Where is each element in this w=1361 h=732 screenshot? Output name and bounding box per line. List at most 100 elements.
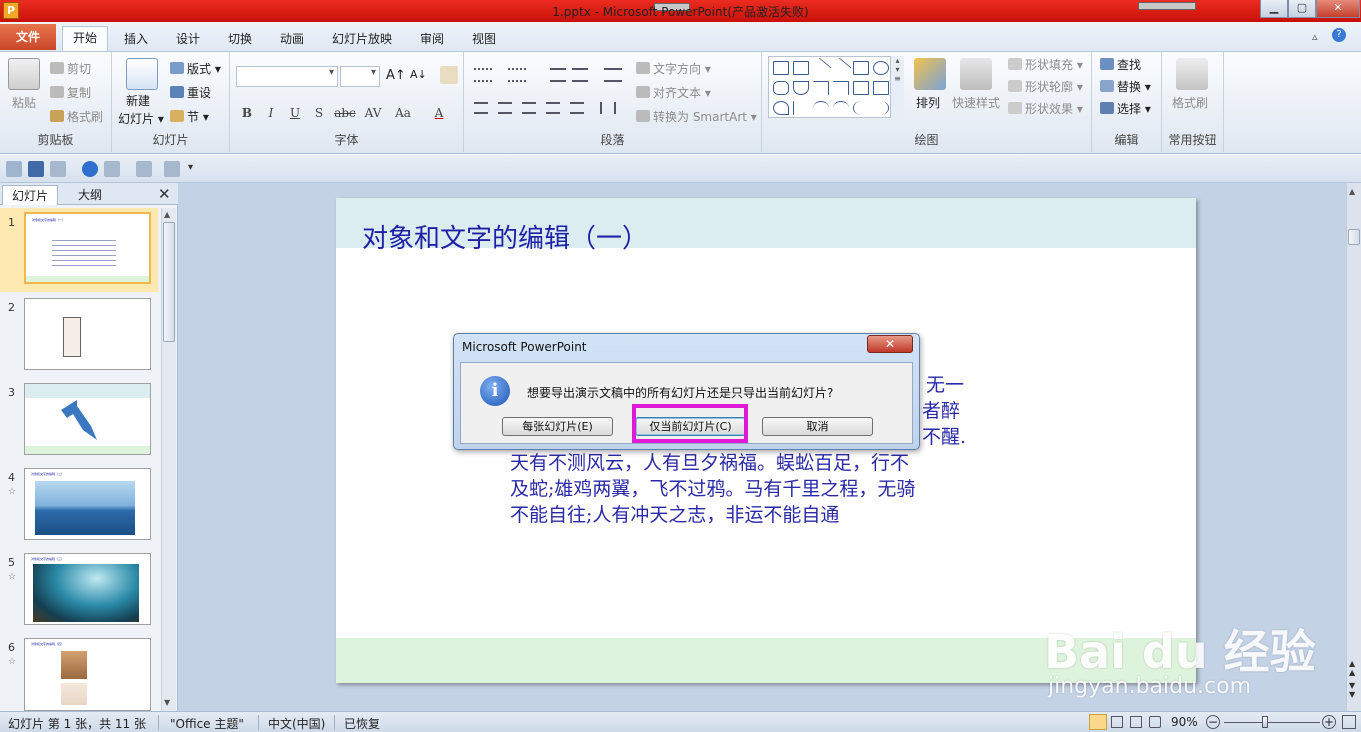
textbox-shape-icon[interactable] bbox=[773, 61, 789, 75]
reading-view-icon[interactable] bbox=[1130, 716, 1142, 728]
grow-font-button[interactable]: A↑ bbox=[386, 68, 406, 83]
gallery-scroll[interactable]: ▴ ▾ ≡ bbox=[890, 56, 904, 118]
smartart-button[interactable]: 转换为 SmartArt ▾ bbox=[636, 108, 757, 125]
tab-animations[interactable]: 动画 bbox=[270, 28, 314, 50]
minimize-ribbon-icon[interactable]: ▵ bbox=[1312, 30, 1318, 43]
save-icon[interactable] bbox=[28, 161, 44, 177]
redo-icon[interactable] bbox=[82, 161, 98, 177]
help-icon[interactable]: ? bbox=[1332, 28, 1346, 42]
shadow-button[interactable]: S bbox=[310, 106, 328, 124]
shapes-icon[interactable] bbox=[136, 161, 152, 177]
slide-thumbnail-5[interactable]: 对象和文字的编辑（三） bbox=[24, 553, 151, 625]
change-case-button[interactable]: Aa bbox=[390, 106, 416, 124]
select-button[interactable]: 选择 ▾ bbox=[1100, 100, 1151, 117]
columns-icon[interactable] bbox=[600, 102, 616, 114]
align-right-icon[interactable] bbox=[522, 102, 536, 114]
shapes-gallery[interactable] bbox=[768, 56, 904, 118]
shape-effects-button[interactable]: 形状效果 ▾ bbox=[1008, 100, 1083, 117]
align-text-button[interactable]: 对齐文本 ▾ bbox=[636, 84, 711, 101]
font-color-button[interactable]: A bbox=[430, 106, 448, 124]
bold-button[interactable]: B bbox=[238, 106, 256, 124]
new-slide-dropdown[interactable]: 幻灯片 ▾ bbox=[118, 110, 164, 127]
line-spacing-icon[interactable] bbox=[604, 68, 622, 82]
arrow-line-shape-icon[interactable] bbox=[830, 57, 852, 79]
scroll-thumb[interactable] bbox=[1348, 229, 1360, 245]
slide-thumbnail-3[interactable] bbox=[24, 383, 151, 455]
tab-view[interactable]: 视图 bbox=[462, 28, 506, 50]
font-size-combo[interactable]: ▾ bbox=[340, 66, 380, 87]
cut-button[interactable]: 剪切 bbox=[50, 60, 91, 77]
vertical-textbox-shape-icon[interactable] bbox=[793, 61, 809, 75]
fit-window-icon[interactable] bbox=[1342, 715, 1356, 729]
zoom-in-icon[interactable]: + bbox=[1322, 715, 1336, 729]
zoom-slider-handle[interactable] bbox=[1262, 716, 1268, 728]
clear-format-icon[interactable] bbox=[440, 66, 458, 84]
slide-sorter-icon[interactable] bbox=[1111, 716, 1123, 728]
slide-scrollbar[interactable]: ▲ ▲ ▲ ▼ ▼ bbox=[1346, 183, 1361, 711]
right-arrow-shape-icon[interactable] bbox=[853, 81, 869, 95]
shrink-font-button[interactable]: A↓ bbox=[410, 68, 427, 81]
increase-indent-icon[interactable] bbox=[572, 68, 588, 82]
panel-scrollbar[interactable]: ▲ ▼ bbox=[161, 208, 176, 711]
distribute-icon[interactable] bbox=[570, 102, 584, 114]
arrange-button[interactable]: 排列 bbox=[916, 94, 940, 111]
normal-view-icon[interactable] bbox=[1089, 714, 1107, 730]
zoom-out-icon[interactable]: − bbox=[1206, 715, 1220, 729]
decrease-indent-icon[interactable] bbox=[550, 68, 566, 82]
slideshow-icon[interactable] bbox=[1149, 716, 1161, 728]
slide-thumbnail-4[interactable]: 对象和文字的编辑（二） bbox=[24, 468, 151, 540]
underline-button[interactable]: U bbox=[286, 106, 304, 124]
zoom-slider-track[interactable] bbox=[1224, 722, 1320, 723]
rounded-rect-shape-icon[interactable] bbox=[773, 81, 789, 95]
next-slide-icon[interactable]: ▼ ▼ bbox=[1349, 681, 1355, 699]
minimize-button[interactable]: ▁ bbox=[1260, 0, 1288, 18]
align-left-icon[interactable] bbox=[474, 102, 488, 114]
section-button[interactable]: 节 ▾ bbox=[170, 108, 209, 125]
scroll-up-icon[interactable]: ▲ bbox=[164, 210, 170, 219]
rectangle-shape-icon[interactable] bbox=[853, 61, 869, 75]
tab-review[interactable]: 审阅 bbox=[410, 28, 454, 50]
shape-outline-button[interactable]: 形状轮廓 ▾ bbox=[1008, 78, 1083, 95]
text-direction-button[interactable]: 文字方向 ▾ bbox=[636, 60, 711, 77]
left-brace-shape-icon[interactable] bbox=[853, 101, 869, 115]
arc-shape-icon[interactable] bbox=[813, 101, 829, 115]
shape-fill-button[interactable]: 形状填充 ▾ bbox=[1008, 56, 1083, 73]
undo-icon[interactable] bbox=[50, 161, 66, 177]
paste-button[interactable]: 粘贴 bbox=[12, 94, 36, 111]
right-brace-shape-icon[interactable] bbox=[873, 101, 889, 115]
scroll-thumb[interactable] bbox=[163, 222, 175, 342]
tab-transitions[interactable]: 切换 bbox=[218, 28, 262, 50]
numbering-icon[interactable] bbox=[508, 68, 526, 82]
align-center-icon[interactable] bbox=[498, 102, 512, 114]
dialog-close-button[interactable]: ✕ bbox=[867, 335, 913, 353]
copy-button[interactable]: 复制 bbox=[50, 84, 91, 101]
down-arrow-shape-icon[interactable] bbox=[873, 81, 889, 95]
elbow-arrow-connector-icon[interactable] bbox=[833, 81, 849, 95]
layout-button[interactable]: 版式 ▾ bbox=[170, 60, 221, 77]
tab-file[interactable]: 文件 bbox=[0, 24, 56, 50]
triangle-shape-icon[interactable] bbox=[793, 81, 809, 95]
lightning-shape-icon[interactable] bbox=[793, 101, 809, 115]
format-painter-big-button[interactable]: 格式刷 bbox=[1172, 94, 1208, 111]
all-slides-button[interactable]: 每张幻灯片(E) bbox=[502, 417, 613, 436]
font-name-combo[interactable]: ▾ bbox=[236, 66, 338, 87]
char-spacing-button[interactable]: AV bbox=[360, 106, 386, 124]
panel-close-button[interactable]: ✕ bbox=[158, 185, 171, 203]
align-icon[interactable] bbox=[164, 161, 180, 177]
slide-thumbnail-1[interactable]: 对象和文字的编辑（一） bbox=[24, 212, 151, 284]
italic-button[interactable]: I bbox=[262, 106, 280, 124]
scroll-down-icon[interactable]: ▼ bbox=[164, 698, 170, 707]
curve-shape-icon[interactable] bbox=[833, 101, 849, 115]
format-painter-button[interactable]: 格式刷 bbox=[50, 108, 103, 125]
tab-slideshow[interactable]: 幻灯片放映 bbox=[322, 28, 402, 50]
justify-icon[interactable] bbox=[546, 102, 560, 114]
quick-styles-button[interactable]: 快速样式 bbox=[952, 94, 1000, 111]
maximize-button[interactable]: ▢ bbox=[1288, 0, 1316, 18]
theme-status[interactable]: "Office 主题" bbox=[170, 715, 244, 732]
slide-title[interactable]: 对象和文字的编辑（一） bbox=[362, 218, 648, 255]
replace-button[interactable]: 替换 ▾ bbox=[1100, 78, 1151, 95]
cancel-button[interactable]: 取消 bbox=[762, 417, 873, 436]
tab-outline[interactable]: 大纲 bbox=[60, 185, 120, 205]
strikethrough-button[interactable]: abc bbox=[332, 106, 358, 124]
line-shape-icon[interactable] bbox=[810, 57, 832, 79]
